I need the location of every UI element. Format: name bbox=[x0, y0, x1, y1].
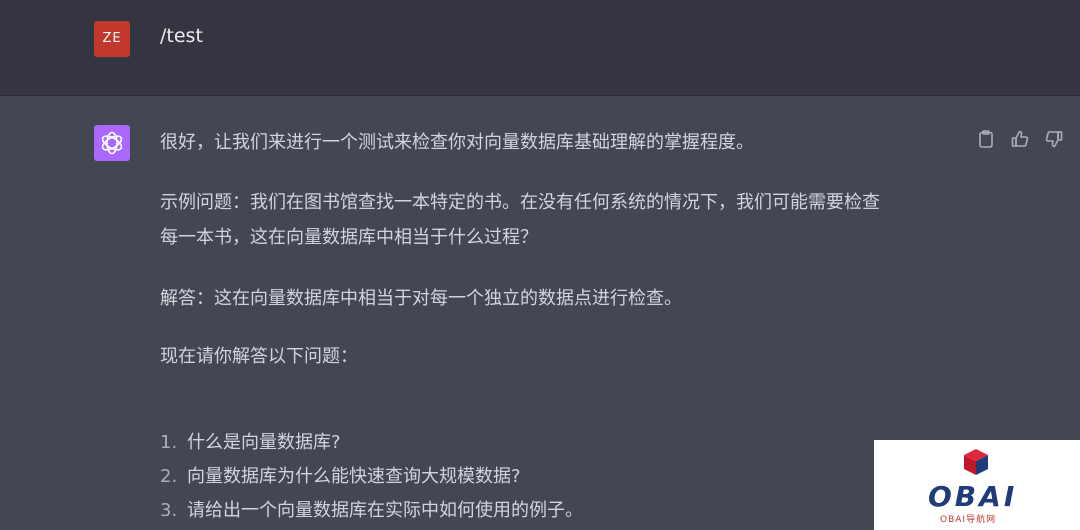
list-item-number: 3. bbox=[160, 500, 178, 521]
list-item: 3. 请给出一个向量数据库在实际中如何使用的例子。 bbox=[160, 494, 950, 528]
list-item-text: 什么是向量数据库? bbox=[187, 432, 341, 453]
user-message-text: /test bbox=[160, 25, 203, 47]
list-item-text: 向量数据库为什么能快速查询大规模数据? bbox=[187, 466, 521, 487]
question-list: 1. 什么是向量数据库? 2. 向量数据库为什么能快速查询大规模数据? 3. 请… bbox=[160, 426, 950, 528]
watermark: OBAI OBAI导航网 bbox=[874, 440, 1080, 530]
thumbs-up-icon bbox=[1011, 130, 1029, 147]
thumbs-down-button[interactable] bbox=[1044, 129, 1064, 149]
thumbs-down-icon bbox=[1045, 131, 1063, 148]
cube-logo bbox=[964, 449, 988, 475]
list-item: 1. 什么是向量数据库? bbox=[160, 426, 950, 460]
paragraph-example-answer: 解答：这在向量数据库中相当于对每一个独立的数据点进行检查。 bbox=[160, 288, 682, 309]
paragraph-prompt: 现在请你解答以下问题： bbox=[160, 346, 358, 367]
message-actions bbox=[976, 129, 1064, 149]
list-item-number: 2. bbox=[160, 466, 178, 487]
list-item-number: 1. bbox=[160, 432, 178, 453]
watermark-subtitle: OBAI导航网 bbox=[940, 515, 997, 525]
chat-window: ZE /test 很好，让我们来进行一个测试来检查你对向量数据库基础理解的掌握程… bbox=[0, 0, 1080, 530]
copy-button[interactable] bbox=[976, 129, 996, 149]
paragraph-intro: 很好，让我们来进行一个测试来检查你对向量数据库基础理解的掌握程度。 bbox=[160, 132, 754, 153]
assistant-avatar bbox=[94, 125, 130, 161]
thumbs-up-button[interactable] bbox=[1010, 129, 1030, 149]
user-avatar: ZE bbox=[94, 21, 130, 57]
openai-logo-icon bbox=[101, 131, 123, 155]
list-item-text: 请给出一个向量数据库在实际中如何使用的例子。 bbox=[187, 500, 583, 521]
paragraph-example-question: 示例问题：我们在图书馆查找一本特定的书。在没有任何系统的情况下，我们可能需要检查… bbox=[160, 192, 880, 248]
user-message-row: ZE /test bbox=[0, 0, 1080, 96]
list-item: 2. 向量数据库为什么能快速查询大规模数据? bbox=[160, 460, 950, 494]
watermark-title: OBAI bbox=[928, 480, 1018, 513]
clipboard-icon bbox=[979, 130, 993, 148]
